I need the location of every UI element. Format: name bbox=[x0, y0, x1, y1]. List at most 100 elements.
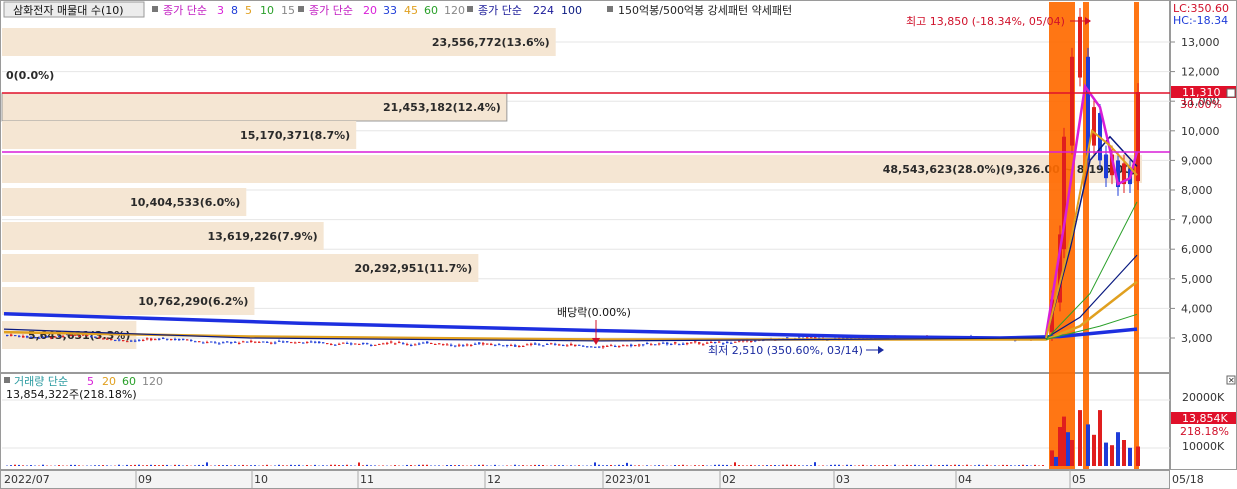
candle-body bbox=[178, 339, 181, 341]
volume-bar bbox=[530, 465, 532, 466]
candle-body bbox=[630, 344, 633, 347]
volume-bar bbox=[298, 464, 300, 466]
candle-body bbox=[218, 343, 221, 345]
volume-bar bbox=[534, 464, 536, 466]
candle-body bbox=[466, 344, 469, 346]
candle-body bbox=[418, 343, 421, 345]
volume-bar bbox=[250, 465, 252, 466]
candle-body bbox=[458, 344, 461, 346]
x-tick-label: 12 bbox=[487, 473, 501, 486]
volume-bar bbox=[910, 465, 912, 466]
volume-bar bbox=[514, 464, 516, 466]
volume-bar bbox=[1018, 465, 1020, 466]
y-tick-label: 13,000 bbox=[1181, 36, 1220, 49]
candle-body bbox=[698, 342, 701, 344]
volume-tick-label: 20000K bbox=[1182, 391, 1225, 404]
volume-bar bbox=[78, 465, 80, 466]
legend-period: 5 bbox=[245, 4, 252, 17]
volume-bar bbox=[342, 465, 344, 466]
pct-label: 30.00% bbox=[1180, 98, 1222, 111]
volume-bar bbox=[1058, 427, 1062, 466]
candle-body bbox=[750, 340, 753, 342]
volume-bar bbox=[814, 462, 816, 466]
candle-body bbox=[242, 341, 245, 343]
candle-body bbox=[14, 335, 17, 337]
volume-bar bbox=[418, 464, 420, 466]
volume-profile-label: 20,292,951(11.7%) bbox=[355, 262, 473, 275]
candle-body bbox=[74, 334, 77, 336]
volume-bar bbox=[102, 465, 104, 466]
volume-bar bbox=[558, 465, 560, 466]
volume-bar bbox=[802, 465, 804, 466]
volume-bar bbox=[742, 465, 744, 466]
volume-bar bbox=[218, 465, 220, 466]
volume-bar bbox=[414, 465, 416, 466]
candle-body bbox=[194, 341, 197, 343]
volume-bar bbox=[174, 464, 176, 466]
x-tick-label: 05/18 bbox=[1172, 473, 1204, 486]
y-tick-label: 12,000 bbox=[1181, 66, 1220, 79]
volume-bar bbox=[702, 465, 704, 466]
legend-pattern-label: 150억봉/500억봉 강세패턴 약세패턴 bbox=[618, 3, 792, 17]
pattern-band bbox=[1049, 2, 1057, 469]
candle-body bbox=[694, 341, 697, 343]
volume-bar bbox=[338, 465, 340, 466]
stock-chart[interactable]: 0(0.0%) 23,556,772(13.6%) 21,453,182(12.4%… bbox=[0, 0, 1237, 489]
legend-ma-long-label: 종가 단순 bbox=[478, 4, 522, 17]
volume-bar bbox=[458, 465, 460, 466]
candle-body bbox=[370, 344, 373, 346]
volume-bar bbox=[330, 464, 332, 466]
volume-bar bbox=[518, 465, 520, 466]
volume-bar bbox=[234, 465, 236, 466]
candle-body bbox=[422, 342, 425, 344]
volume-bar bbox=[830, 464, 832, 466]
candle-body bbox=[382, 343, 385, 345]
volume-current-label: 13,854K bbox=[1182, 412, 1228, 425]
candle-body bbox=[510, 345, 513, 347]
candle-body bbox=[322, 342, 325, 344]
volume-bar bbox=[578, 465, 580, 466]
volume-bar bbox=[370, 465, 372, 466]
volume-bar bbox=[870, 465, 872, 466]
candle-body bbox=[534, 343, 537, 345]
volume-bar bbox=[618, 464, 620, 466]
candle-body bbox=[318, 341, 321, 344]
candle-body bbox=[470, 344, 473, 346]
volume-bar bbox=[806, 465, 808, 466]
volume-bar bbox=[1026, 465, 1028, 466]
y-tick-label: 9,000 bbox=[1181, 154, 1213, 167]
candle-body bbox=[454, 345, 457, 347]
candle-body bbox=[190, 339, 193, 341]
candle-body bbox=[354, 343, 357, 345]
candle-body bbox=[286, 341, 289, 343]
volume-profile-label: 21,453,182(12.4%) bbox=[383, 101, 501, 114]
volume-bar bbox=[766, 465, 768, 466]
candle-body bbox=[642, 344, 645, 346]
volume-bar bbox=[686, 465, 688, 466]
expand-icon[interactable] bbox=[1226, 88, 1236, 98]
volume-bar bbox=[206, 462, 208, 466]
candle-body bbox=[146, 338, 149, 340]
candle-body bbox=[210, 341, 213, 343]
candle-body bbox=[226, 341, 229, 343]
candle-body bbox=[718, 341, 721, 343]
candle-body bbox=[278, 340, 281, 342]
volume-bar bbox=[454, 465, 456, 466]
candle-body bbox=[678, 344, 681, 346]
candle-body bbox=[162, 337, 165, 339]
candle-body bbox=[70, 335, 73, 337]
volume-bar bbox=[470, 465, 472, 466]
volume-bar bbox=[410, 465, 412, 466]
volume-bar bbox=[594, 462, 596, 466]
volume-bar bbox=[322, 465, 324, 466]
candle-body bbox=[666, 342, 669, 345]
candle-body bbox=[86, 335, 89, 337]
volume-bar bbox=[978, 464, 980, 466]
candle-body bbox=[6, 335, 9, 337]
candle-body bbox=[402, 343, 405, 345]
candle-body bbox=[714, 341, 717, 343]
candle-body bbox=[358, 343, 361, 345]
volume-bar bbox=[798, 465, 800, 466]
volume-bar bbox=[202, 464, 204, 466]
legend-period: 5 bbox=[87, 375, 94, 388]
